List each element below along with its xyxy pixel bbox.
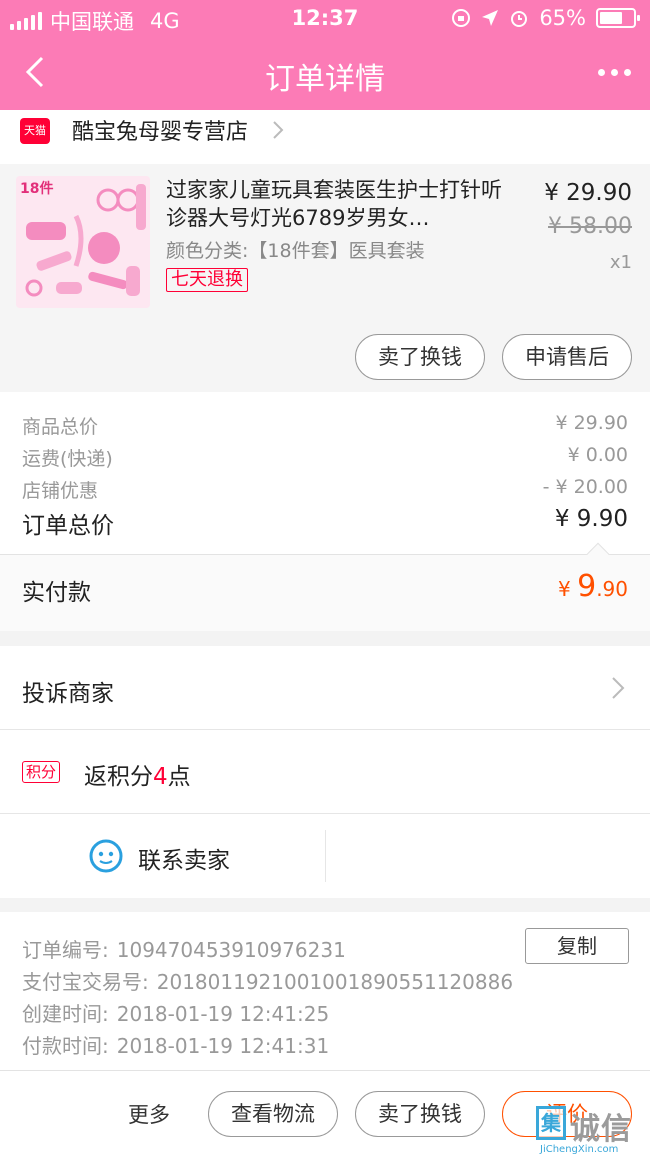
order-total-label: 订单总价 bbox=[22, 513, 114, 539]
complain-merchant-row[interactable]: 投诉商家 bbox=[0, 646, 650, 730]
discount-label: 店铺优惠 bbox=[22, 480, 99, 502]
more-menu-button[interactable] bbox=[592, 54, 636, 90]
copy-button[interactable]: 复制 bbox=[525, 928, 629, 964]
shipping-value: ¥ 0.00 bbox=[567, 444, 628, 466]
more-dot-icon bbox=[597, 68, 605, 76]
product-sku: 颜色分类:【18件套】医具套装 bbox=[166, 240, 425, 262]
product-thumbnail[interactable]: 18件 bbox=[16, 176, 150, 308]
page-title: 订单详情 bbox=[265, 62, 385, 97]
order-total-row: 订单总价 ¥ 9.90 bbox=[22, 506, 628, 540]
battery-icon bbox=[596, 8, 640, 28]
site-watermark: 集 诚信 JiChengXin.com bbox=[536, 1104, 650, 1156]
points-row: 积分 返积分4点 bbox=[0, 730, 650, 814]
alipay-trade-label: 支付宝交易号: bbox=[22, 970, 149, 994]
more-dot-icon bbox=[610, 68, 618, 76]
watermark-logo-icon: 集 bbox=[536, 1106, 566, 1140]
view-logistics-button[interactable]: 查看物流 bbox=[208, 1091, 338, 1137]
product-price: ¥ 29.90 bbox=[544, 180, 632, 206]
order-number-row: 订单编号: 109470453910976231 bbox=[22, 934, 346, 963]
created-time-label: 创建时间: bbox=[22, 1002, 109, 1026]
order-total-value: ¥ 9.90 bbox=[554, 506, 628, 532]
tmall-badge: 天猫 bbox=[20, 118, 50, 144]
product-card[interactable]: 18件 过家家儿童玩具套装医生护士打针听诊器大号灯光6789岁男女… 颜色分类:… bbox=[0, 164, 650, 392]
order-number-value: 109470453910976231 bbox=[116, 938, 346, 962]
amount-paid-decimal: .90 bbox=[596, 577, 628, 601]
product-quantity: x1 bbox=[609, 252, 632, 273]
contact-seller-button[interactable]: 联系卖家 bbox=[138, 841, 230, 875]
contact-row: 联系卖家 bbox=[0, 814, 650, 898]
amount-paid-currency: ¥ bbox=[558, 577, 571, 601]
chevron-right-icon bbox=[612, 677, 625, 699]
nav-bar: 订单详情 bbox=[0, 36, 650, 110]
discount-row: 店铺优惠 - ¥ 20.00 bbox=[22, 476, 628, 503]
more-dot-icon bbox=[623, 68, 631, 76]
store-name[interactable]: 酷宝兔母婴专营店 bbox=[72, 114, 248, 146]
paid-time-row: 付款时间: 2018-01-19 12:41:31 bbox=[22, 1030, 329, 1059]
orientation-lock-icon bbox=[452, 9, 471, 27]
order-number-label: 订单编号: bbox=[22, 938, 109, 962]
amount-paid-value: ¥ 9.90 bbox=[558, 569, 628, 604]
store-row[interactable]: 天猫 酷宝兔母婴专营店 bbox=[0, 110, 650, 164]
points-suffix: 点 bbox=[167, 764, 191, 790]
created-time-row: 创建时间: 2018-01-19 12:41:25 bbox=[22, 998, 329, 1027]
amount-paid-integer: 9 bbox=[577, 569, 597, 604]
amount-paid-row: 实付款 ¥ 9.90 bbox=[0, 542, 650, 631]
subtotal-row: 商品总价 ¥ 29.90 bbox=[22, 412, 628, 439]
chat-face-icon bbox=[89, 839, 123, 873]
status-bar-right: 65% bbox=[451, 6, 640, 30]
discount-value: - ¥ 20.00 bbox=[542, 476, 628, 498]
complain-merchant-label: 投诉商家 bbox=[22, 681, 114, 707]
status-bar: 中国联通 4G 12:37 65% bbox=[0, 0, 650, 36]
created-time-value: 2018-01-19 12:41:25 bbox=[116, 1002, 330, 1026]
alipay-trade-value: 2018011921001001890551120886 bbox=[156, 970, 514, 994]
divider bbox=[325, 830, 326, 882]
alarm-icon bbox=[511, 11, 528, 27]
watermark-text: 诚信 bbox=[570, 1112, 632, 1147]
alipay-trade-row: 支付宝交易号: 2018011921001001890551120886 bbox=[22, 966, 513, 995]
return-policy-tag: 七天退换 bbox=[166, 268, 248, 292]
points-value: 4 bbox=[153, 764, 168, 790]
after-sale-button[interactable]: 申请售后 bbox=[502, 334, 632, 380]
points-text: 返积分4点 bbox=[84, 757, 191, 791]
product-title[interactable]: 过家家儿童玩具套装医生护士打针听诊器大号灯光6789岁男女… bbox=[166, 176, 506, 232]
price-summary: 商品总价 ¥ 29.90 运费(快递) ¥ 0.00 店铺优惠 - ¥ 20.0… bbox=[0, 392, 650, 555]
thumbnail-label: 18件 bbox=[20, 181, 54, 197]
points-prefix: 返积分 bbox=[84, 764, 153, 790]
sell-button[interactable]: 卖了换钱 bbox=[355, 334, 485, 380]
more-button[interactable]: 更多 bbox=[128, 1099, 170, 1129]
battery-percent: 65% bbox=[539, 6, 586, 30]
paid-time-label: 付款时间: bbox=[22, 1034, 109, 1058]
chevron-right-icon bbox=[273, 121, 284, 139]
shipping-label: 运费(快递) bbox=[22, 448, 113, 470]
watermark-url: JiChengXin.com bbox=[540, 1144, 619, 1155]
amount-paid-label: 实付款 bbox=[22, 580, 91, 606]
location-icon bbox=[482, 10, 499, 26]
order-info: 订单编号: 109470453910976231 复制 支付宝交易号: 201801… bbox=[0, 912, 650, 1070]
subtotal-value: ¥ 29.90 bbox=[555, 412, 628, 434]
shipping-row: 运费(快递) ¥ 0.00 bbox=[22, 444, 628, 471]
product-original-price: ¥ 58.00 bbox=[548, 214, 632, 239]
subtotal-label: 商品总价 bbox=[22, 416, 99, 438]
points-badge: 积分 bbox=[22, 761, 61, 783]
sell-again-button[interactable]: 卖了换钱 bbox=[355, 1091, 485, 1137]
paid-time-value: 2018-01-19 12:41:31 bbox=[116, 1034, 330, 1058]
